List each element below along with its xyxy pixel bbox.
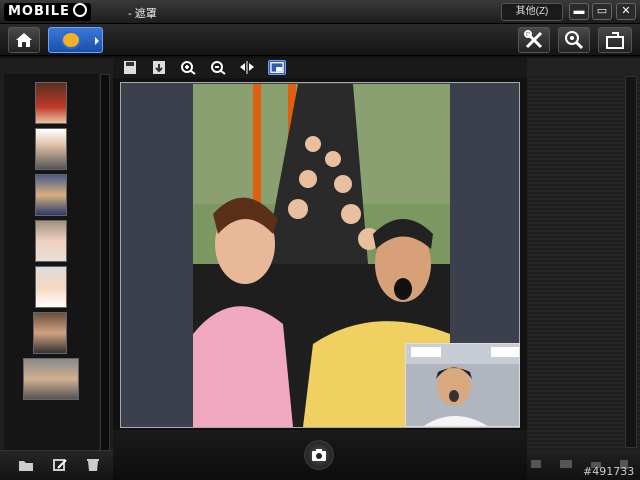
effect-mask-icon bbox=[61, 31, 81, 49]
thumbnail-portrait-group-photo[interactable] bbox=[33, 312, 67, 354]
other-menu-button[interactable]: 其他(Z) bbox=[501, 3, 563, 21]
thumbnail-panel bbox=[0, 58, 113, 480]
delete-icon[interactable] bbox=[85, 458, 101, 472]
import-icon[interactable] bbox=[151, 60, 167, 75]
edit-toolbar bbox=[113, 58, 527, 78]
logo-text: MOBILE bbox=[8, 4, 70, 19]
main-toolbar bbox=[0, 24, 640, 56]
close-button[interactable]: ✕ bbox=[616, 3, 636, 20]
right-panel-content bbox=[527, 76, 640, 450]
open-folder-icon[interactable] bbox=[18, 458, 34, 472]
camera-capture-icon bbox=[312, 449, 326, 461]
capture-bar bbox=[113, 430, 527, 480]
maximize-button[interactable]: ▭ bbox=[592, 3, 612, 20]
thumbnail-portrait-man-gray[interactable] bbox=[35, 128, 67, 170]
share-icon bbox=[606, 32, 624, 49]
zoom-in-icon[interactable] bbox=[180, 60, 196, 75]
zoom-out-icon[interactable] bbox=[210, 60, 226, 75]
minimize-button[interactable]: ▬ bbox=[569, 3, 589, 20]
pip-mode-icon[interactable] bbox=[268, 60, 286, 75]
flip-icon[interactable] bbox=[239, 60, 255, 75]
camera-capture-button[interactable] bbox=[304, 440, 334, 470]
edit-icon[interactable] bbox=[52, 458, 68, 472]
right-scrollbar[interactable] bbox=[625, 76, 637, 448]
thumbnail-footer bbox=[0, 450, 113, 480]
tools-button[interactable] bbox=[518, 27, 550, 53]
thumbnail-portrait-woman-red[interactable] bbox=[35, 82, 67, 124]
right-panel bbox=[527, 58, 640, 480]
thumbnail-list bbox=[4, 74, 99, 480]
home-button[interactable] bbox=[8, 27, 40, 53]
window-title: - 遮罩 bbox=[128, 8, 157, 20]
thumbnail-portrait-child-costume[interactable] bbox=[35, 174, 67, 216]
thumbnail-portrait-couple-car[interactable] bbox=[23, 358, 79, 400]
webcam-search-button[interactable] bbox=[558, 27, 590, 53]
thumbnail-portrait-child-hood[interactable] bbox=[35, 266, 67, 308]
app-logo: MOBILE bbox=[4, 3, 91, 21]
thumbnail-portrait-baby[interactable] bbox=[35, 220, 67, 262]
mail-icon[interactable] bbox=[559, 458, 573, 470]
tools-icon bbox=[524, 30, 543, 49]
thumbnail-scrollbar[interactable] bbox=[100, 74, 110, 454]
video-icon[interactable] bbox=[530, 458, 544, 470]
title-bar: MOBILE - 遮罩 其他(Z) ▬ ▭ ✕ bbox=[0, 0, 640, 24]
chevron-right-icon bbox=[95, 37, 99, 45]
webcam-search-icon bbox=[565, 31, 584, 50]
logo-gear-icon bbox=[72, 3, 87, 17]
home-icon bbox=[16, 33, 32, 47]
preview-canvas[interactable] bbox=[120, 82, 520, 428]
webcam-feed bbox=[406, 344, 519, 426]
save-icon[interactable] bbox=[122, 60, 138, 75]
webcam-pip-window[interactable] bbox=[405, 343, 520, 427]
share-button[interactable] bbox=[598, 27, 632, 53]
effect-mask-button[interactable] bbox=[48, 27, 103, 53]
watermark: #491733 bbox=[583, 465, 635, 478]
